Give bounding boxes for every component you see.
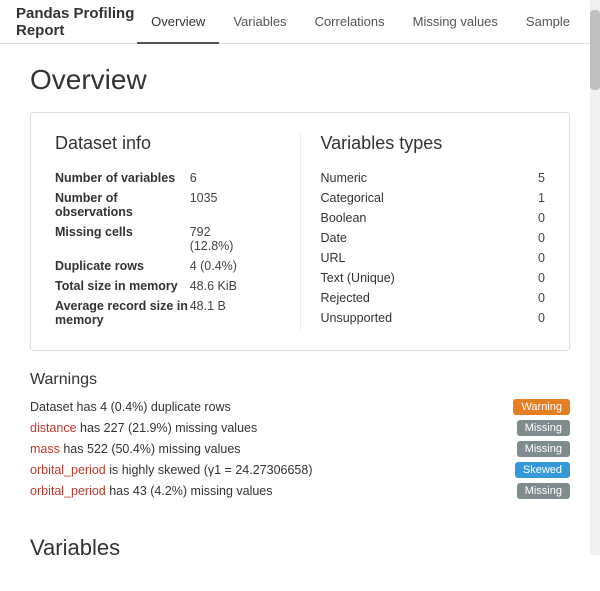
warning-message: has 43 (4.2%) missing values <box>109 484 272 498</box>
dataset-info-table: Number of variables 6 Number of observat… <box>55 168 280 330</box>
variables-types-section: Variables types Numeric 5 Categorical 1 <box>300 133 546 330</box>
var-value: 0 <box>526 308 545 328</box>
var-label: Unsupported <box>321 308 526 328</box>
warning-row: orbital_period has 43 (4.2%) missing val… <box>30 483 570 499</box>
varname: distance <box>30 421 77 435</box>
nav-variables[interactable]: Variables <box>219 0 300 44</box>
badge-missing: Missing <box>517 483 570 499</box>
warning-message: has 227 (21.9%) missing values <box>80 421 257 435</box>
table-row: Number of observations 1035 <box>55 188 280 222</box>
badge-warning: Warning <box>513 399 570 415</box>
info-label: Number of observations <box>55 188 190 222</box>
var-label: Date <box>321 228 526 248</box>
badge-missing: Missing <box>517 420 570 436</box>
var-label: URL <box>321 248 526 268</box>
warnings-section: Warnings Dataset has 4 (0.4%) duplicate … <box>30 371 570 499</box>
warnings-title: Warnings <box>30 371 570 389</box>
table-row: Unsupported 0 <box>321 308 546 328</box>
info-label: Total size in memory <box>55 276 190 296</box>
table-row: Total size in memory 48.6 KiB <box>55 276 280 296</box>
table-row: Average record size in memory 48.1 B <box>55 296 280 330</box>
warning-row: orbital_period is highly skewed (γ1 = 24… <box>30 462 570 478</box>
info-value: 792(12.8%) <box>190 222 280 256</box>
var-label: Rejected <box>321 288 526 308</box>
warning-text: Dataset has 4 (0.4%) duplicate rows <box>30 400 231 414</box>
info-label: Number of variables <box>55 168 190 188</box>
var-value: 0 <box>526 268 545 288</box>
varname: orbital_period <box>30 463 106 477</box>
nav-overview[interactable]: Overview <box>137 0 219 44</box>
badge-missing: Missing <box>517 441 570 457</box>
var-value: 0 <box>526 248 545 268</box>
table-row: Duplicate rows 4 (0.4%) <box>55 256 280 276</box>
table-row: Text (Unique) 0 <box>321 268 546 288</box>
var-label: Numeric <box>321 168 526 188</box>
nav-correlations[interactable]: Correlations <box>301 0 399 44</box>
info-value: 6 <box>190 168 280 188</box>
var-value: 0 <box>526 228 545 248</box>
warning-row: Dataset has 4 (0.4%) duplicate rows Warn… <box>30 399 570 415</box>
warning-text: mass has 522 (50.4%) missing values <box>30 442 241 456</box>
warning-message: has 522 (50.4%) missing values <box>63 442 240 456</box>
nav-sample[interactable]: Sample <box>512 0 584 44</box>
var-label: Text (Unique) <box>321 268 526 288</box>
warning-row: mass has 522 (50.4%) missing values Miss… <box>30 441 570 457</box>
info-label: Average record size in memory <box>55 296 190 330</box>
app-title: Pandas Profiling Report <box>16 5 137 39</box>
table-row: URL 0 <box>321 248 546 268</box>
warning-text: orbital_period is highly skewed (γ1 = 24… <box>30 463 313 477</box>
info-label: Missing cells <box>55 222 190 256</box>
info-label: Duplicate rows <box>55 256 190 276</box>
var-value: 0 <box>526 208 545 228</box>
variables-types-table: Numeric 5 Categorical 1 Boolean 0 <box>321 168 546 328</box>
table-row: Numeric 5 <box>321 168 546 188</box>
info-value: 4 (0.4%) <box>190 256 280 276</box>
var-value: 0 <box>526 288 545 308</box>
nav-missing-values[interactable]: Missing values <box>399 0 512 44</box>
table-row: Boolean 0 <box>321 208 546 228</box>
table-row: Rejected 0 <box>321 288 546 308</box>
info-value: 48.6 KiB <box>190 276 280 296</box>
card-inner: Dataset info Number of variables 6 Numbe… <box>55 133 545 330</box>
variables-types-title: Variables types <box>321 133 546 154</box>
dataset-info-section: Dataset info Number of variables 6 Numbe… <box>55 133 300 330</box>
page-title: Overview <box>30 44 570 112</box>
table-row: Date 0 <box>321 228 546 248</box>
var-label: Categorical <box>321 188 526 208</box>
warning-row: distance has 227 (21.9%) missing values … <box>30 420 570 436</box>
varname: mass <box>30 442 60 456</box>
info-value: 48.1 B <box>190 296 280 330</box>
main-content: Overview Dataset info Number of variable… <box>0 44 600 591</box>
table-row: Categorical 1 <box>321 188 546 208</box>
dataset-info-title: Dataset info <box>55 133 280 154</box>
table-row: Missing cells 792(12.8%) <box>55 222 280 256</box>
overview-card: Dataset info Number of variables 6 Numbe… <box>30 112 570 351</box>
warning-message: Dataset has 4 (0.4%) duplicate rows <box>30 400 231 414</box>
badge-skewed: Skewed <box>515 462 570 478</box>
warning-message: is highly skewed (γ1 = 24.27306658) <box>109 463 312 477</box>
var-label: Boolean <box>321 208 526 228</box>
nav: Overview Variables Correlations Missing … <box>137 0 584 44</box>
info-value: 1035 <box>190 188 280 222</box>
warning-text: distance has 227 (21.9%) missing values <box>30 421 257 435</box>
header: Pandas Profiling Report Overview Variabl… <box>0 0 600 44</box>
varname: orbital_period <box>30 484 106 498</box>
warning-text: orbital_period has 43 (4.2%) missing val… <box>30 484 273 498</box>
table-row: Number of variables 6 <box>55 168 280 188</box>
var-value: 1 <box>526 188 545 208</box>
var-value: 5 <box>526 168 545 188</box>
